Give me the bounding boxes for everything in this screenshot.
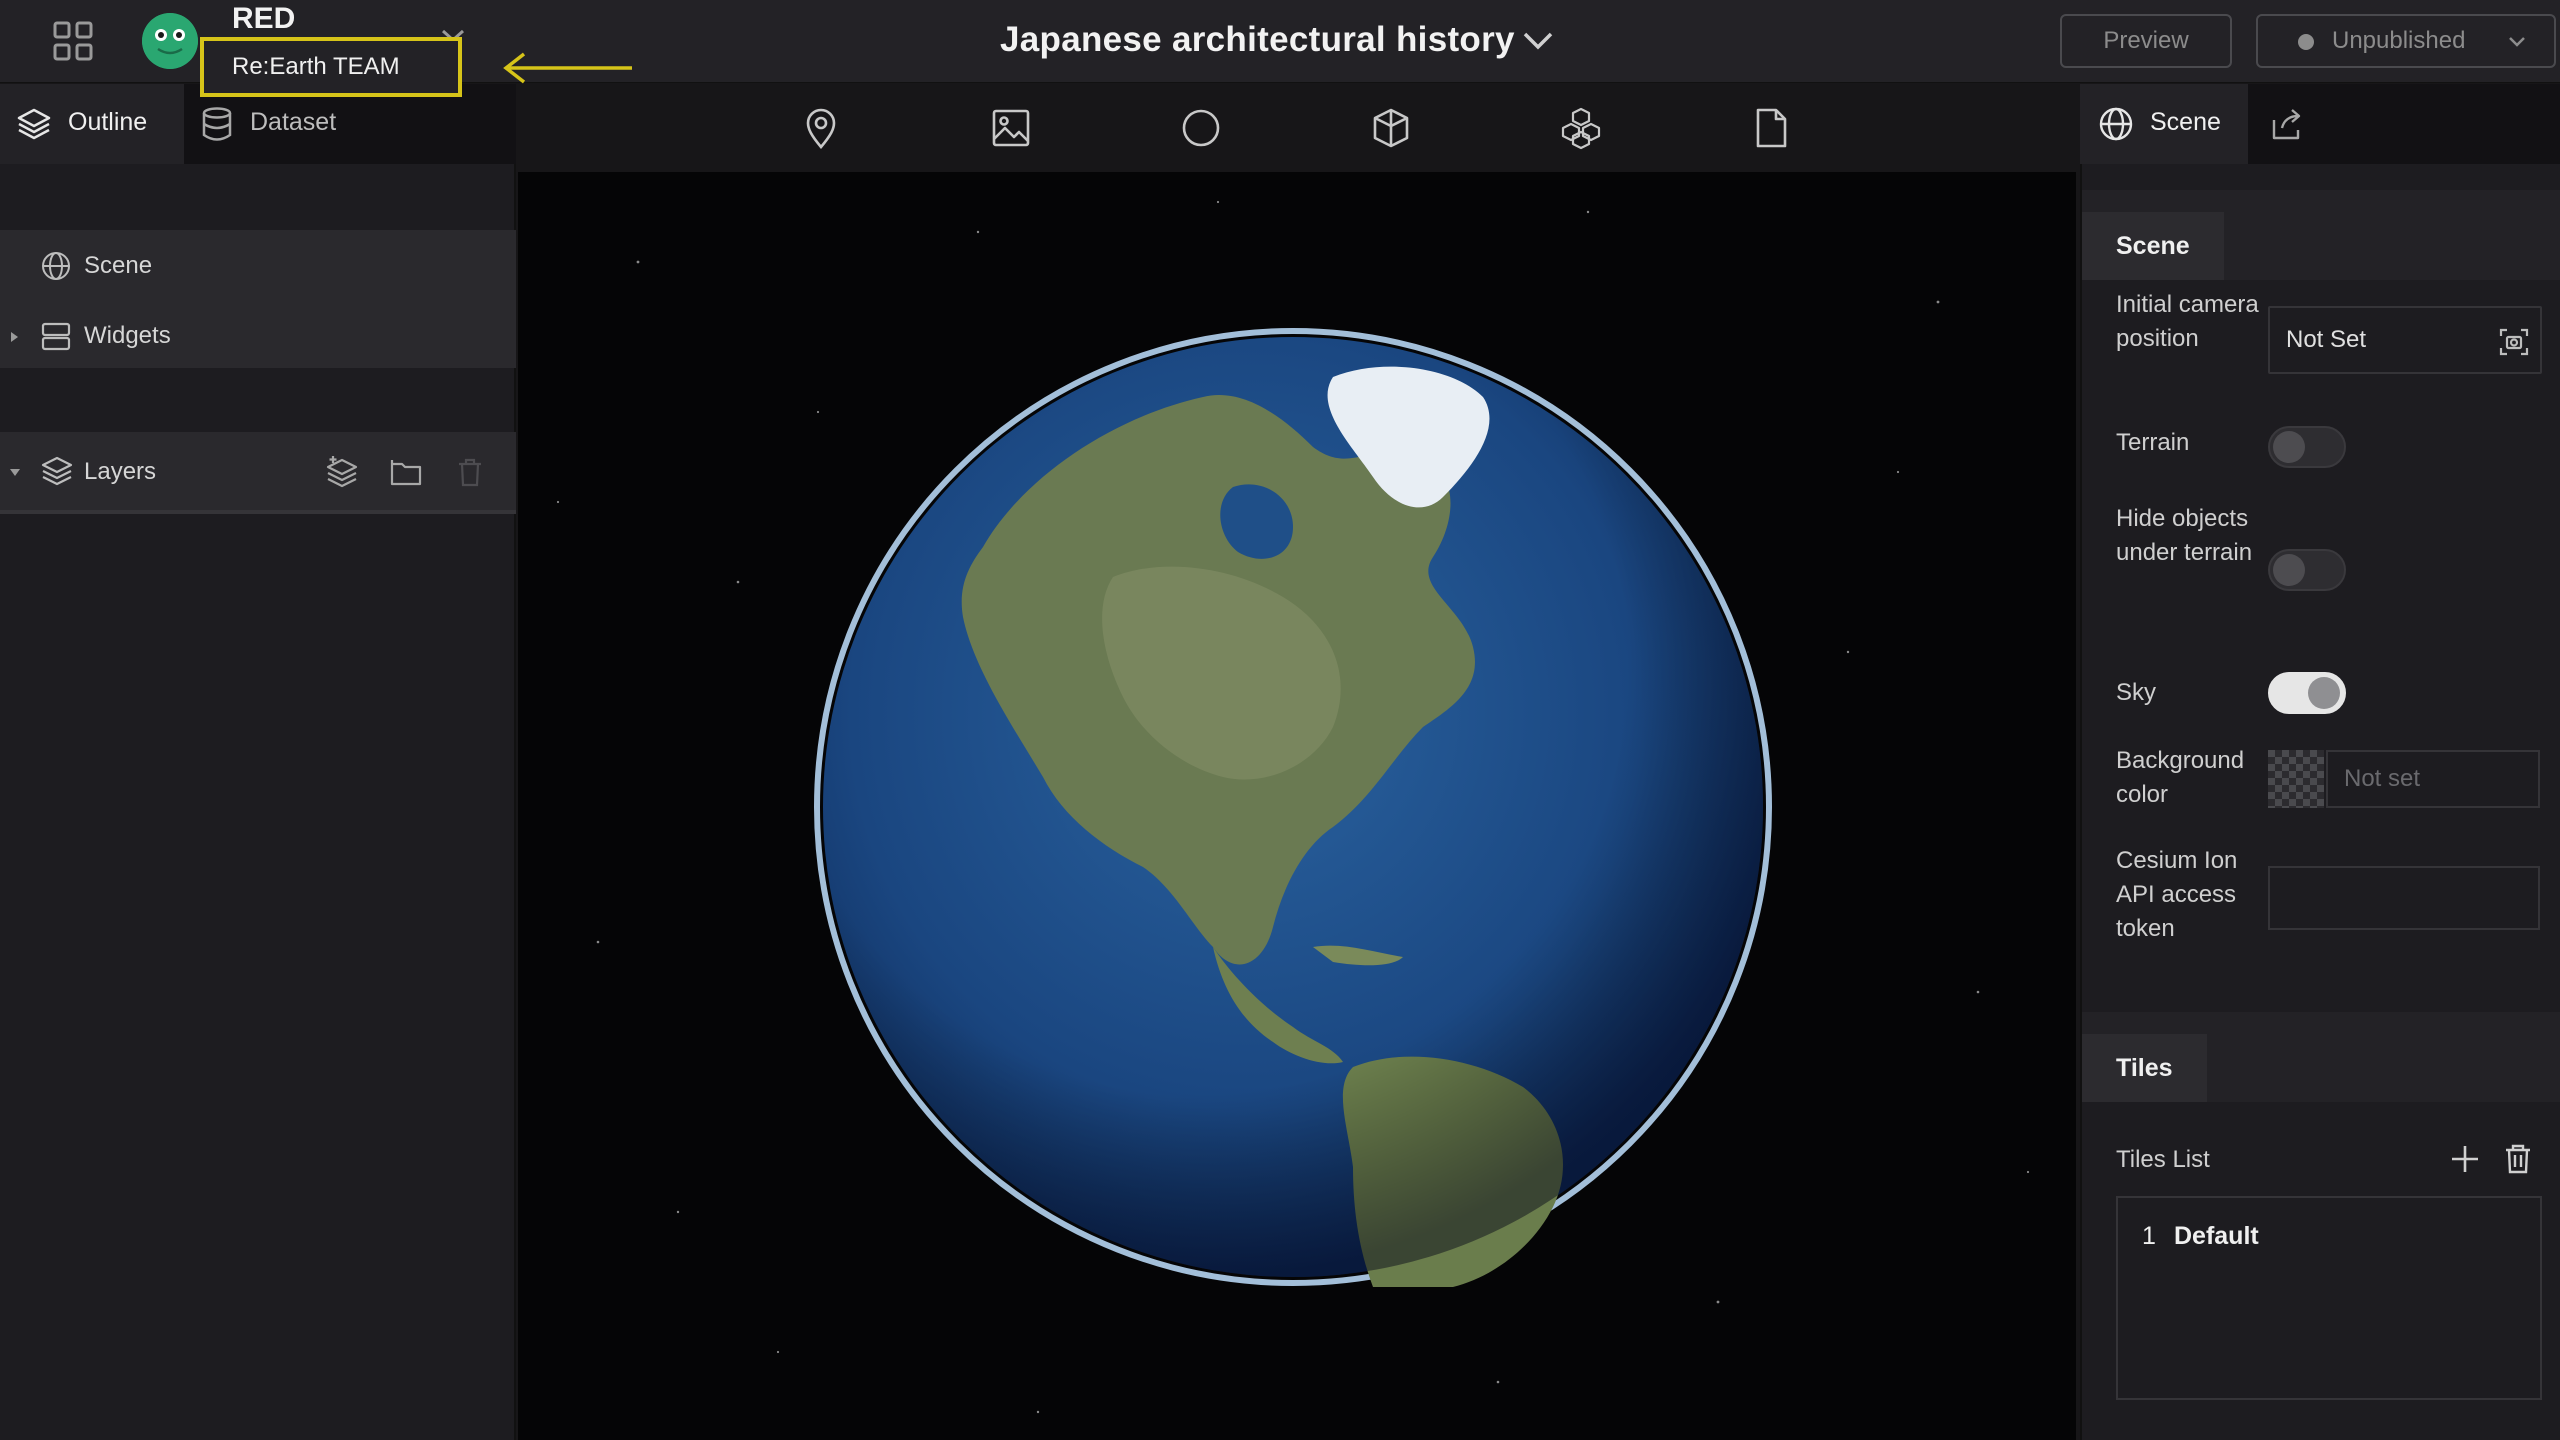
add-layer-icon[interactable] xyxy=(324,454,360,490)
caret-right-icon[interactable] xyxy=(8,330,20,344)
toolbar xyxy=(518,84,2078,172)
workspace-name[interactable]: RED xyxy=(232,2,295,36)
cesium-token-label: Cesium Ion API access token xyxy=(2116,847,2238,942)
map-pin-icon[interactable] xyxy=(800,106,842,150)
scene-widgets-group: Scene Widgets xyxy=(0,230,516,368)
toggle-knob xyxy=(2308,677,2340,709)
add-folder-icon[interactable] xyxy=(388,454,424,490)
trash-icon[interactable] xyxy=(2502,1142,2534,1176)
cube-icon[interactable] xyxy=(1370,106,1412,150)
layers-icon xyxy=(41,456,73,486)
hide-objects-toggle[interactable] xyxy=(2268,549,2346,591)
layers-section-header[interactable]: Layers xyxy=(0,432,516,514)
preview-button[interactable]: Preview xyxy=(2060,14,2232,68)
scene-group-header: Scene xyxy=(2082,190,2560,280)
tab-outline-label: Outline xyxy=(68,108,148,136)
publish-status-button[interactable]: Unpublished xyxy=(2256,14,2556,68)
outline-item-widgets[interactable]: Widgets xyxy=(0,306,516,366)
tiles-list: 1 Default xyxy=(2116,1196,2542,1400)
toggle-knob xyxy=(2273,554,2305,586)
list-item[interactable]: 1 Default xyxy=(2118,1216,2540,1256)
tab-scene[interactable]: Scene xyxy=(2080,84,2248,164)
background-color-label: Background color xyxy=(2116,747,2245,808)
tab-outline[interactable]: Outline xyxy=(0,84,184,164)
sky-toggle[interactable] xyxy=(2268,672,2346,714)
tab-scene-label: Scene xyxy=(2150,108,2221,136)
plus-icon[interactable] xyxy=(2448,1142,2482,1176)
camera-capture-icon[interactable] xyxy=(2498,326,2530,358)
widgets-icon xyxy=(41,322,71,351)
annotation-arrow-icon xyxy=(503,52,632,84)
scene-settings-panel: Scene Initial camera position Not Set Te… xyxy=(2080,164,2560,1440)
circle-icon[interactable] xyxy=(1180,106,1222,150)
globe-icon xyxy=(42,252,70,280)
outline-item-label: Widgets xyxy=(84,322,171,349)
outline-panel: Scene Widgets Layers xyxy=(0,164,516,1440)
terrain-label: Terrain xyxy=(2116,429,2190,456)
toggle-knob xyxy=(2273,431,2305,463)
database-icon xyxy=(202,107,232,141)
top-header: RED Re:Earth TEAM Japanese architectural… xyxy=(0,0,2560,97)
camera-position-field[interactable]: Not Set xyxy=(2268,306,2542,374)
globe-earth[interactable] xyxy=(813,327,1773,1287)
cesium-token-input[interactable] xyxy=(2268,866,2540,930)
sky-label: Sky xyxy=(2116,679,2157,706)
camera-position-value: Not Set xyxy=(2286,326,2367,353)
status-dot-icon xyxy=(2298,34,2314,50)
publish-status-label: Unpublished xyxy=(2332,27,2466,54)
scene-group-title: Scene xyxy=(2082,212,2224,280)
hide-objects-label: Hide objects under terrain xyxy=(2116,505,2253,566)
tab-dataset-label: Dataset xyxy=(250,108,337,136)
tiles-group-header: Tiles xyxy=(2082,1012,2560,1102)
layers-icon xyxy=(17,108,51,140)
file-icon[interactable] xyxy=(1750,106,1792,150)
tiles-list-label: Tiles List xyxy=(2116,1146,2210,1173)
tile-index: 1 xyxy=(2142,1222,2156,1250)
layers-label: Layers xyxy=(84,458,157,485)
project-title[interactable]: Japanese architectural history xyxy=(1000,20,1515,60)
publish-icon xyxy=(2272,109,2301,140)
outline-item-label: Scene xyxy=(84,252,153,279)
right-tab-bar: Scene xyxy=(2080,84,2560,164)
globe-icon xyxy=(2099,107,2133,141)
frog-logo xyxy=(142,13,198,69)
camera-position-label: Initial camera position xyxy=(2116,291,2259,352)
caret-down-icon[interactable] xyxy=(8,466,22,478)
chevron-down-icon xyxy=(2509,37,2525,47)
cubes-icon[interactable] xyxy=(1560,106,1602,150)
tile-name: Default xyxy=(2174,1222,2259,1250)
outline-item-scene[interactable]: Scene xyxy=(0,236,516,296)
terrain-toggle[interactable] xyxy=(2268,426,2346,468)
trash-icon[interactable] xyxy=(452,454,488,490)
color-swatch[interactable] xyxy=(2268,750,2324,808)
map-viewport[interactable] xyxy=(518,172,2076,1440)
tab-publish[interactable] xyxy=(2256,84,2326,164)
apps-grid-icon[interactable] xyxy=(52,20,94,62)
tiles-group-title: Tiles xyxy=(2082,1034,2207,1102)
image-icon[interactable] xyxy=(990,106,1032,150)
background-color-input[interactable]: Not set xyxy=(2326,750,2540,808)
workspace-avatar[interactable] xyxy=(142,13,198,69)
chevron-down-icon[interactable] xyxy=(1522,30,1554,52)
team-name-highlight[interactable]: Re:Earth TEAM xyxy=(200,37,462,97)
